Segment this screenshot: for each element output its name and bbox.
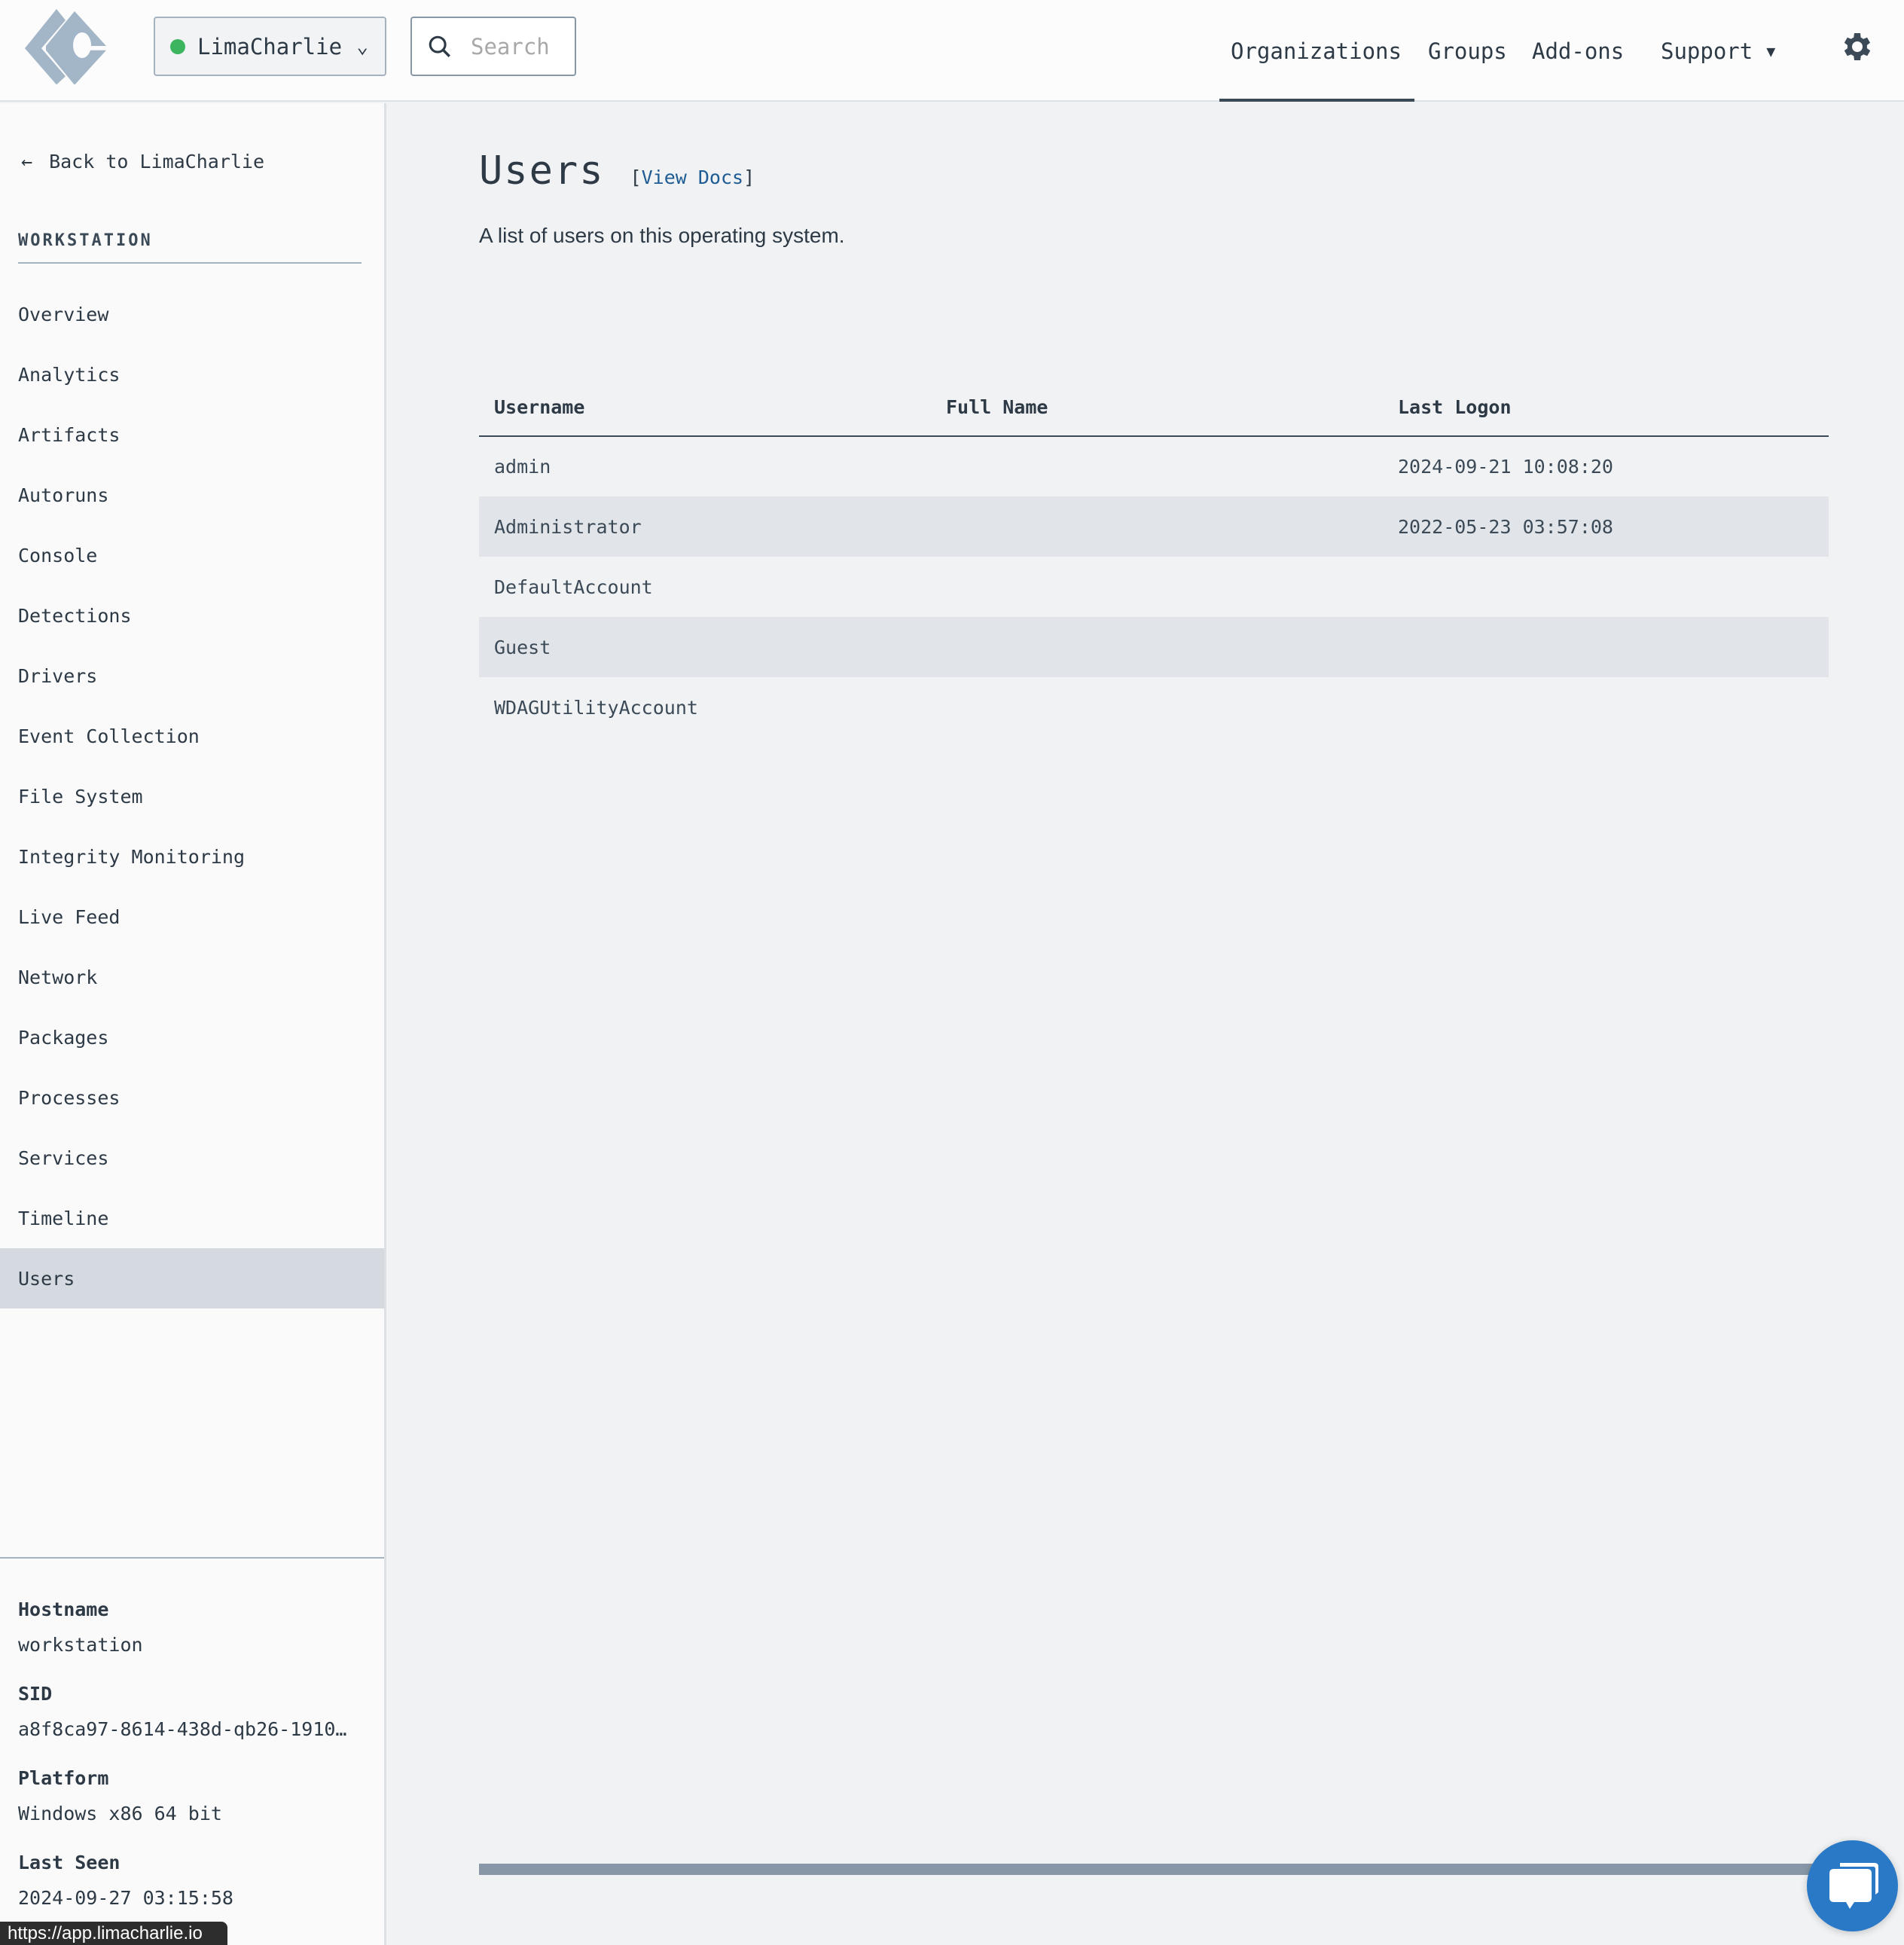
meta-sid: SID a8f8ca97-8614-438d-qb26-1910… (18, 1683, 347, 1740)
nav-groups[interactable]: Groups (1428, 0, 1507, 102)
nav-label: Support (1661, 38, 1753, 64)
sidebar-item-analytics[interactable]: Analytics (0, 344, 384, 405)
horizontal-scrollbar[interactable] (479, 1864, 1827, 1875)
meta-value: workstation (18, 1634, 143, 1656)
cell-last-logon (1383, 557, 1829, 617)
chevron-down-icon: ⌄ (356, 35, 368, 58)
search-icon (429, 35, 450, 57)
table-row[interactable]: Administrator 2022-05-23 03:57:08 (479, 496, 1829, 557)
chat-icon (1829, 1863, 1878, 1909)
column-username[interactable]: Username (479, 379, 931, 437)
sidebar-item-autoruns[interactable]: Autoruns (0, 465, 384, 525)
sidebar-item-users[interactable]: Users (0, 1248, 384, 1308)
divider (0, 1557, 384, 1559)
sidebar-item-artifacts[interactable]: Artifacts (0, 405, 384, 465)
nav-add-ons[interactable]: Add-ons (1532, 0, 1624, 102)
sidebar-item-timeline[interactable]: Timeline (0, 1188, 384, 1248)
meta-value: 2024-09-27 03:15:58 (18, 1887, 233, 1909)
table-row[interactable]: admin 2024-09-21 10:08:20 (479, 436, 1829, 496)
page-description: A list of users on this operating system… (479, 224, 845, 247)
back-link[interactable]: ← Back to LimaCharlie (21, 151, 264, 173)
cell-full-name (931, 617, 1383, 677)
meta-platform: Platform Windows x86 64 bit (18, 1767, 222, 1824)
arrow-left-icon: ← (21, 151, 33, 173)
cell-full-name (931, 557, 1383, 617)
table-row[interactable]: Guest (479, 617, 1829, 677)
table-row[interactable]: DefaultAccount (479, 557, 1829, 617)
status-dot (170, 38, 185, 54)
sidebar-item-services[interactable]: Services (0, 1128, 384, 1188)
search-box[interactable] (410, 17, 576, 76)
chat-button[interactable] (1807, 1840, 1898, 1931)
sidebar-item-console[interactable]: Console (0, 525, 384, 585)
column-full-name[interactable]: Full Name (931, 379, 1383, 437)
nav-label: Groups (1428, 38, 1507, 64)
meta-label: SID (18, 1683, 53, 1705)
nav-support[interactable]: Support ▼ (1661, 0, 1775, 102)
sidebar: ← Back to LimaCharlie WORKSTATION Overvie… (0, 103, 386, 1945)
meta-label: Last Seen (18, 1852, 121, 1873)
column-last-logon[interactable]: Last Logon (1383, 379, 1829, 437)
org-name: LimaCharlie (197, 33, 343, 60)
top-bar: LimaCharlie ⌄ Organizations Groups Add-o… (0, 0, 1904, 102)
sidebar-item-event-collection[interactable]: Event Collection (0, 706, 384, 766)
caret-down-icon: ▼ (1766, 41, 1776, 60)
sidebar-nav: Overview Analytics Artifacts Autoruns Consol… (0, 284, 384, 1308)
cell-last-logon: 2022-05-23 03:57:08 (1383, 496, 1829, 557)
status-url: https://app.limacharlie.io (0, 1922, 227, 1945)
meta-last-seen: Last Seen 2024-09-27 03:15:58 (18, 1852, 233, 1909)
nav-label: Add-ons (1532, 38, 1625, 64)
page-header: Users [View Docs] (479, 148, 755, 194)
sidebar-item-overview[interactable]: Overview (0, 284, 384, 344)
meta-value: a8f8ca97-8614-438d-qb26-1910… (18, 1718, 347, 1740)
meta-label: Platform (18, 1767, 109, 1789)
nav-organizations[interactable]: Organizations (1219, 0, 1414, 102)
sidebar-item-drivers[interactable]: Drivers (0, 646, 384, 706)
cell-full-name (931, 436, 1383, 496)
section-heading: WORKSTATION (18, 231, 362, 264)
organization-selector[interactable]: LimaCharlie ⌄ (154, 17, 386, 76)
cell-full-name (931, 677, 1383, 737)
gear-icon[interactable] (1838, 29, 1874, 65)
view-docs-link[interactable]: [View Docs] (630, 166, 755, 188)
sidebar-item-detections[interactable]: Detections (0, 585, 384, 646)
cell-full-name (931, 496, 1383, 557)
sidebar-item-file-system[interactable]: File System (0, 766, 384, 826)
search-input[interactable] (471, 33, 569, 60)
docs-label: View Docs (641, 166, 744, 188)
cell-username: Guest (479, 617, 931, 677)
back-label: Back to LimaCharlie (49, 151, 265, 173)
cell-username: WDAGUtilityAccount (494, 696, 698, 719)
users-table: Username Full Name Last Logon admin 2024-… (479, 379, 1829, 737)
sidebar-item-integrity-monitoring[interactable]: Integrity Monitoring (0, 826, 384, 887)
table-row[interactable]: WDAGUtilityAccount (479, 677, 1829, 737)
sidebar-item-processes[interactable]: Processes (0, 1067, 384, 1128)
sidebar-item-packages[interactable]: Packages (0, 1007, 384, 1067)
cell-last-logon (1383, 617, 1829, 677)
cell-last-logon (1383, 677, 1829, 737)
cell-username: Administrator (479, 496, 931, 557)
meta-value: Windows x86 64 bit (18, 1803, 222, 1824)
meta-hostname: Hostname workstation (18, 1598, 143, 1656)
limacharlie-logo[interactable] (25, 9, 119, 84)
cell-last-logon: 2024-09-21 10:08:20 (1398, 456, 1613, 478)
nav-label: Organizations (1231, 38, 1402, 64)
sidebar-item-live-feed[interactable]: Live Feed (0, 887, 384, 947)
bracket: ] (743, 166, 755, 188)
cell-username: admin (494, 456, 551, 478)
cell-username: DefaultAccount (494, 576, 653, 598)
meta-label: Hostname (18, 1598, 109, 1620)
bracket: [ (630, 166, 642, 188)
page-title: Users (479, 148, 605, 194)
sidebar-item-network[interactable]: Network (0, 947, 384, 1007)
